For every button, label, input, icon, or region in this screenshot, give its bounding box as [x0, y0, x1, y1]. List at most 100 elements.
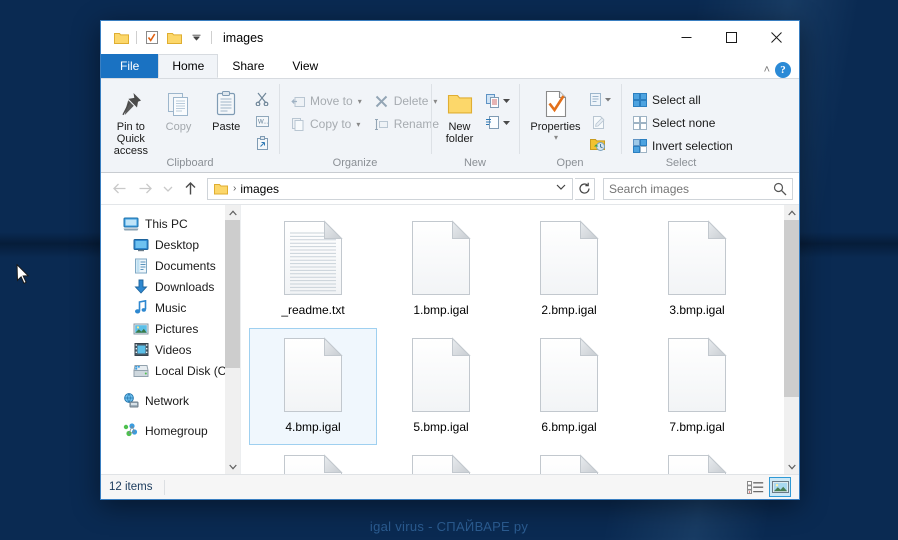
search-input[interactable]: [609, 181, 773, 196]
back-button[interactable]: [107, 177, 131, 201]
paste-button[interactable]: Paste: [203, 85, 249, 133]
sidebar-item-this-pc[interactable]: This PC: [101, 213, 240, 234]
help-button[interactable]: ?: [775, 62, 791, 78]
breadcrumb-path[interactable]: images: [240, 182, 279, 196]
file-tile[interactable]: _readme.txt: [249, 211, 377, 328]
mouse-cursor: [16, 263, 30, 288]
maximize-button[interactable]: [709, 21, 754, 54]
ribbon-group-label-organize: Organize: [332, 157, 378, 169]
watermark-text: igal virus - СПАЙВАРЕ ру: [369, 519, 529, 534]
new-item-button[interactable]: [483, 91, 513, 111]
move-to-chevron-down-icon[interactable]: ▾: [358, 97, 362, 106]
nav-scrollbar-thumb[interactable]: [225, 220, 240, 369]
open-micro-buttons: [587, 85, 615, 154]
invert-selection-icon: [632, 138, 648, 154]
pin-to-quick-access-button[interactable]: Pin to Quick access: [108, 85, 154, 157]
file-tile[interactable]: [249, 445, 377, 474]
file-tile[interactable]: [377, 445, 505, 474]
move-to-button[interactable]: Move to ▾: [286, 90, 366, 112]
nav-scroll-down-arrow-icon[interactable]: [225, 459, 240, 474]
file-tile[interactable]: 5.bmp.igal: [377, 328, 505, 445]
tab-view[interactable]: View: [278, 54, 332, 78]
view-toggle-group: [744, 477, 791, 497]
file-scroll-up-arrow-icon[interactable]: [784, 205, 799, 220]
sidebar-item-videos[interactable]: Videos: [101, 339, 240, 360]
nav-scroll-up-arrow-icon[interactable]: [225, 205, 240, 220]
qat-customize-chevron-down-icon[interactable]: [185, 27, 207, 49]
file-tile[interactable]: 2.bmp.igal: [505, 211, 633, 328]
copy-to-chevron-down-icon[interactable]: ▾: [356, 120, 360, 129]
edit-button[interactable]: [587, 112, 609, 132]
select-all-button[interactable]: Select all: [628, 89, 737, 111]
tab-file[interactable]: File: [101, 54, 159, 78]
copy-path-button[interactable]: W...: [251, 111, 273, 131]
documents-icon: [133, 258, 149, 274]
file-list-view[interactable]: _readme.txt 1.bmp.igal 2.bmp.igal 3.bmp.iga…: [241, 205, 799, 474]
sidebar-item-desktop[interactable]: Desktop: [101, 234, 240, 255]
minimize-button[interactable]: [664, 21, 709, 54]
easy-access-button[interactable]: [483, 113, 513, 133]
sidebar-label-desktop: Desktop: [155, 237, 200, 252]
ribbon-tab-right-controls: ˄ ?: [764, 62, 799, 78]
select-none-button[interactable]: Select none: [628, 112, 737, 134]
file-list-scrollbar[interactable]: [784, 205, 799, 474]
properties-chevron-down-icon[interactable]: ▾: [554, 133, 558, 142]
forward-button[interactable]: [133, 177, 157, 201]
file-tile[interactable]: [505, 445, 633, 474]
navigation-pane-scrollbar[interactable]: [225, 205, 240, 474]
copy-button[interactable]: Copy: [156, 85, 202, 133]
qat-new-folder-icon[interactable]: [163, 27, 185, 49]
explorer-system-menu-icon[interactable]: [110, 27, 132, 49]
file-tile[interactable]: 3.bmp.igal: [633, 211, 761, 328]
copy-to-button[interactable]: Copy to ▾: [286, 113, 366, 135]
address-bar[interactable]: › images: [207, 177, 573, 200]
file-tile[interactable]: 7.bmp.igal: [633, 328, 761, 445]
history-button[interactable]: [587, 134, 609, 154]
sidebar-item-pictures[interactable]: Pictures: [101, 318, 240, 339]
ribbon-panel: Pin to Quick access Copy Paste W... Clip…: [101, 78, 799, 173]
rename-icon: [374, 116, 390, 132]
invert-selection-button[interactable]: Invert selection: [628, 135, 737, 157]
up-button[interactable]: [178, 177, 202, 201]
file-scrollbar-track[interactable]: [784, 220, 799, 459]
sidebar-item-network[interactable]: Network: [101, 390, 240, 411]
file-scrollbar-thumb[interactable]: [784, 220, 799, 397]
sidebar-item-music[interactable]: Music: [101, 297, 240, 318]
file-scroll-down-arrow-icon[interactable]: [784, 459, 799, 474]
file-tile[interactable]: 6.bmp.igal: [505, 328, 633, 445]
sidebar-item-homegroup[interactable]: Homegroup: [101, 420, 240, 441]
file-tile[interactable]: [633, 445, 761, 474]
cut-button[interactable]: [251, 89, 273, 109]
new-folder-button[interactable]: New folder: [438, 85, 481, 145]
search-box[interactable]: [603, 177, 793, 200]
file-name-label: 5.bmp.igal: [413, 420, 469, 434]
ribbon-group-label-new: New: [463, 157, 486, 169]
sidebar-item-downloads[interactable]: Downloads: [101, 276, 240, 297]
sidebar-item-local-disk-c[interactable]: Local Disk (C:): [101, 360, 240, 381]
collapse-ribbon-chevron-up-icon[interactable]: ˄: [764, 64, 770, 76]
close-button[interactable]: [754, 21, 799, 54]
properties-button[interactable]: Properties ▾: [526, 85, 585, 142]
copy-icon: [165, 88, 193, 120]
nav-scrollbar-track[interactable]: [225, 220, 240, 459]
file-tile[interactable]: 1.bmp.igal: [377, 211, 505, 328]
sidebar-item-documents[interactable]: Documents: [101, 255, 240, 276]
new-folder-icon: [445, 88, 475, 120]
tab-home[interactable]: Home: [158, 54, 219, 78]
address-dropdown-chevron-down-icon[interactable]: [552, 183, 570, 194]
paste-shortcut-button[interactable]: [251, 133, 273, 153]
details-view-button[interactable]: [744, 477, 766, 497]
open-with-button[interactable]: [587, 90, 615, 110]
large-icons-view-button[interactable]: [769, 477, 791, 497]
tab-share[interactable]: Share: [218, 54, 278, 78]
quick-access-toolbar: images: [101, 27, 263, 49]
refresh-button[interactable]: [575, 177, 595, 200]
network-icon: [123, 393, 139, 409]
recent-locations-chevron-down-icon[interactable]: [159, 177, 176, 201]
navigation-tree: This PC Desktop Documents Downloads Musi…: [101, 205, 240, 441]
file-tile[interactable]: 4.bmp.igal: [249, 328, 377, 445]
qat-properties-icon[interactable]: [141, 27, 163, 49]
ribbon-group-organize: Move to ▾ Copy to ▾ Delete ▾ Rename Orga…: [279, 81, 439, 172]
downloads-icon: [133, 279, 149, 295]
search-icon[interactable]: [773, 182, 787, 196]
